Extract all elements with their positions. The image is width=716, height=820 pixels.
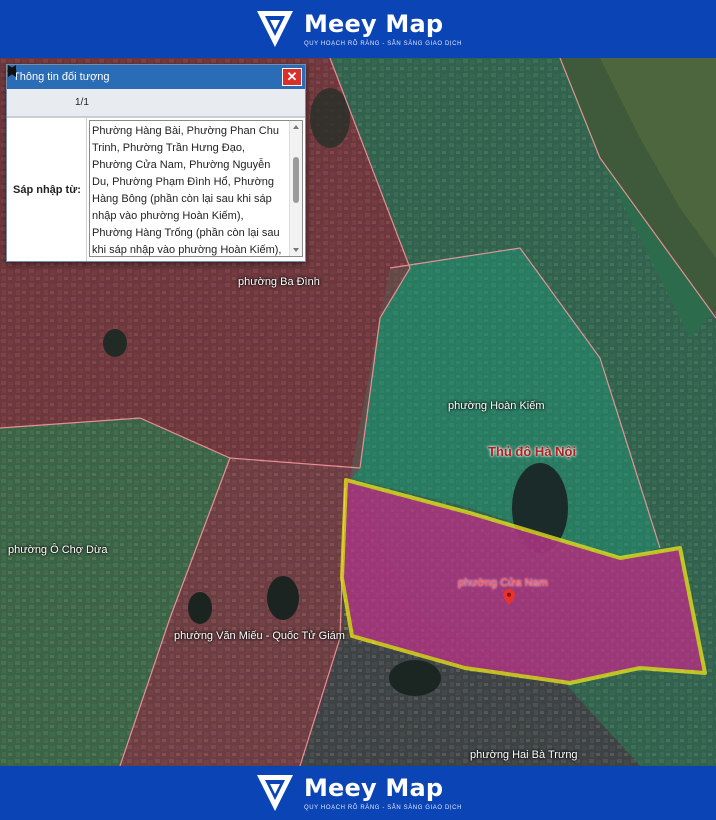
footer-brand-bar: Meey Map QUY HOẠCH RÕ RÀNG - SẴN SÀNG GI… <box>0 766 716 820</box>
pager-bar: 1/1 <box>7 65 305 117</box>
label-capital: Thủ đô Hà Nội <box>488 444 577 459</box>
close-button[interactable]: ✕ <box>282 68 302 86</box>
close-icon: ✕ <box>286 69 298 84</box>
page-indicator: 1/1 <box>75 97 89 108</box>
panel-title: Thông tin đối tượng <box>13 71 110 83</box>
footer-brand-group[interactable]: Meey Map QUY HOẠCH RÕ RÀNG - SẴN SÀNG GI… <box>254 773 462 813</box>
merged-from-value: Phường Hàng Bài, Phường Phan Chu Trinh, … <box>92 125 282 256</box>
scroll-thumb[interactable] <box>293 157 299 203</box>
map-pin-icon[interactable] <box>503 589 515 605</box>
scroll-down-icon[interactable] <box>293 248 299 252</box>
label-hoan-kiem[interactable]: phường Hoàn Kiếm <box>448 400 545 412</box>
brand-tagline: QUY HOẠCH RÕ RÀNG - SẴN SÀNG GIAO DỊCH <box>303 41 463 47</box>
prev-button[interactable] <box>7 65 29 110</box>
label-van-mieu[interactable]: phường Văn Miếu - Quốc Tử Giám <box>174 630 345 642</box>
label-cua-nam[interactable]: phường Cửa Nam <box>458 577 548 589</box>
next-button[interactable] <box>8 65 59 110</box>
label-o-cho-dua[interactable]: phường Ô Chợ Dừa <box>8 544 107 556</box>
panel-header: Thông tin đối tượng ✕ <box>7 65 305 89</box>
footer-brand-tagline: QUY HOẠCH RÕ RÀNG - SẴN SÀNG GIAO DỊCH <box>303 805 463 811</box>
triangle-right-icon <box>8 65 17 77</box>
map-canvas[interactable]: phường Ba Đình phường Hoàn Kiếm Thủ đô H… <box>0 58 716 766</box>
scroll-up-icon[interactable] <box>293 125 299 129</box>
merged-from-box[interactable]: Phường Hàng Bài, Phường Phan Chu Trinh, … <box>89 120 303 257</box>
brand-name: Meey Map <box>303 10 444 38</box>
label-ba-dinh[interactable]: phường Ba Đình <box>238 276 320 288</box>
value-scrollbar[interactable] <box>289 121 302 256</box>
footer-brand-name: Meey Map <box>303 774 444 802</box>
label-hai-ba-trung[interactable]: phường Hai Bà Trưng <box>470 749 578 761</box>
meey-logo-icon <box>256 11 293 47</box>
brand-logo-group[interactable]: Meey Map QUY HOẠCH RÕ RÀNG - SẴN SÀNG GI… <box>254 9 462 49</box>
object-info-panel: Thông tin đối tượng ✕ 1/1 Sáp nhập từ: P… <box>6 64 306 262</box>
merged-from-label: Sáp nhập từ: <box>7 118 87 261</box>
meey-logo-icon <box>256 775 293 811</box>
header-brand-bar: Meey Map QUY HOẠCH RÕ RÀNG - SẴN SÀNG GI… <box>0 0 716 58</box>
panel-body: Sáp nhập từ: Phường Hàng Bài, Phường Pha… <box>7 117 305 261</box>
